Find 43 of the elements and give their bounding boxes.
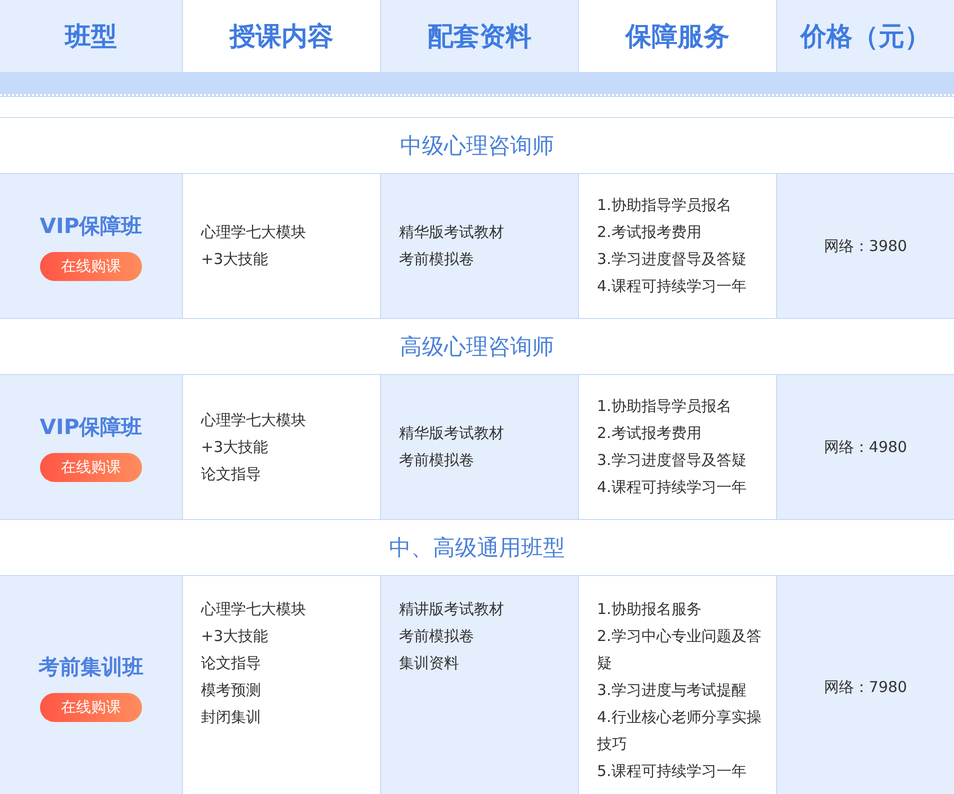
list-line: 封闭集训	[201, 707, 262, 728]
list-line: 论文指导	[201, 464, 262, 484]
buy-button[interactable]: 在线购课	[40, 693, 142, 722]
list-line: 精华版考试教材	[399, 222, 505, 243]
list-line: 考前模拟卷	[399, 249, 475, 270]
class-name: 考前集训班	[38, 654, 144, 681]
price-text: 网络：3980	[777, 174, 954, 318]
list-line: 1.协助指导学员报名	[597, 396, 732, 417]
section-title: 中级心理咨询师	[0, 117, 954, 174]
list-line: 1.协助指导学员报名	[597, 195, 732, 216]
list-line: 2.考试报考费用	[597, 423, 702, 444]
list-line: 精华版考试教材	[399, 423, 505, 444]
price-text: 网络：7980	[777, 576, 954, 794]
list-line: 2.考试报考费用	[597, 222, 702, 243]
list-line: 4.行业核心老师分享实操技巧	[597, 707, 762, 755]
list-line: 心理学七大模块	[201, 222, 307, 243]
class-name: VIP保障班	[40, 414, 142, 440]
column-header: 配套资料	[381, 0, 579, 72]
buy-button[interactable]: 在线购课	[40, 252, 142, 280]
list-line: +3大技能	[201, 249, 270, 270]
list-line: 考前模拟卷	[399, 450, 475, 471]
list-line: 心理学七大模块	[201, 599, 307, 620]
list-line: 精讲版考试教材	[399, 599, 505, 620]
list-line: 考前模拟卷	[399, 626, 475, 647]
list-line: +3大技能	[201, 436, 270, 458]
list-line: 2.学习中心专业问题及答疑	[597, 626, 762, 674]
price-text: 网络：4980	[777, 375, 954, 519]
column-header: 价格（元）	[777, 0, 954, 72]
list-line: 3.学习进度与考试提醒	[597, 680, 748, 701]
list-line: 4.课程可持续学习一年	[597, 276, 748, 297]
list-line: 3.学习进度督导及答疑	[597, 450, 748, 471]
list-line: 心理学七大模块	[201, 410, 307, 430]
list-line: 4.课程可持续学习一年	[597, 477, 748, 498]
buy-button[interactable]: 在线购课	[40, 452, 142, 482]
list-line: 集训资料	[399, 653, 460, 674]
list-line: 5.课程可持续学习一年	[597, 761, 748, 782]
list-line: +3大技能	[201, 626, 270, 647]
list-line: 3.学习进度督导及答疑	[597, 249, 748, 270]
list-line: 论文指导	[201, 653, 262, 674]
list-line: 1.协助报名服务	[597, 599, 702, 620]
column-header: 班型	[0, 0, 183, 72]
class-name: VIP保障班	[40, 212, 142, 240]
list-line: 模考预测	[201, 680, 262, 701]
